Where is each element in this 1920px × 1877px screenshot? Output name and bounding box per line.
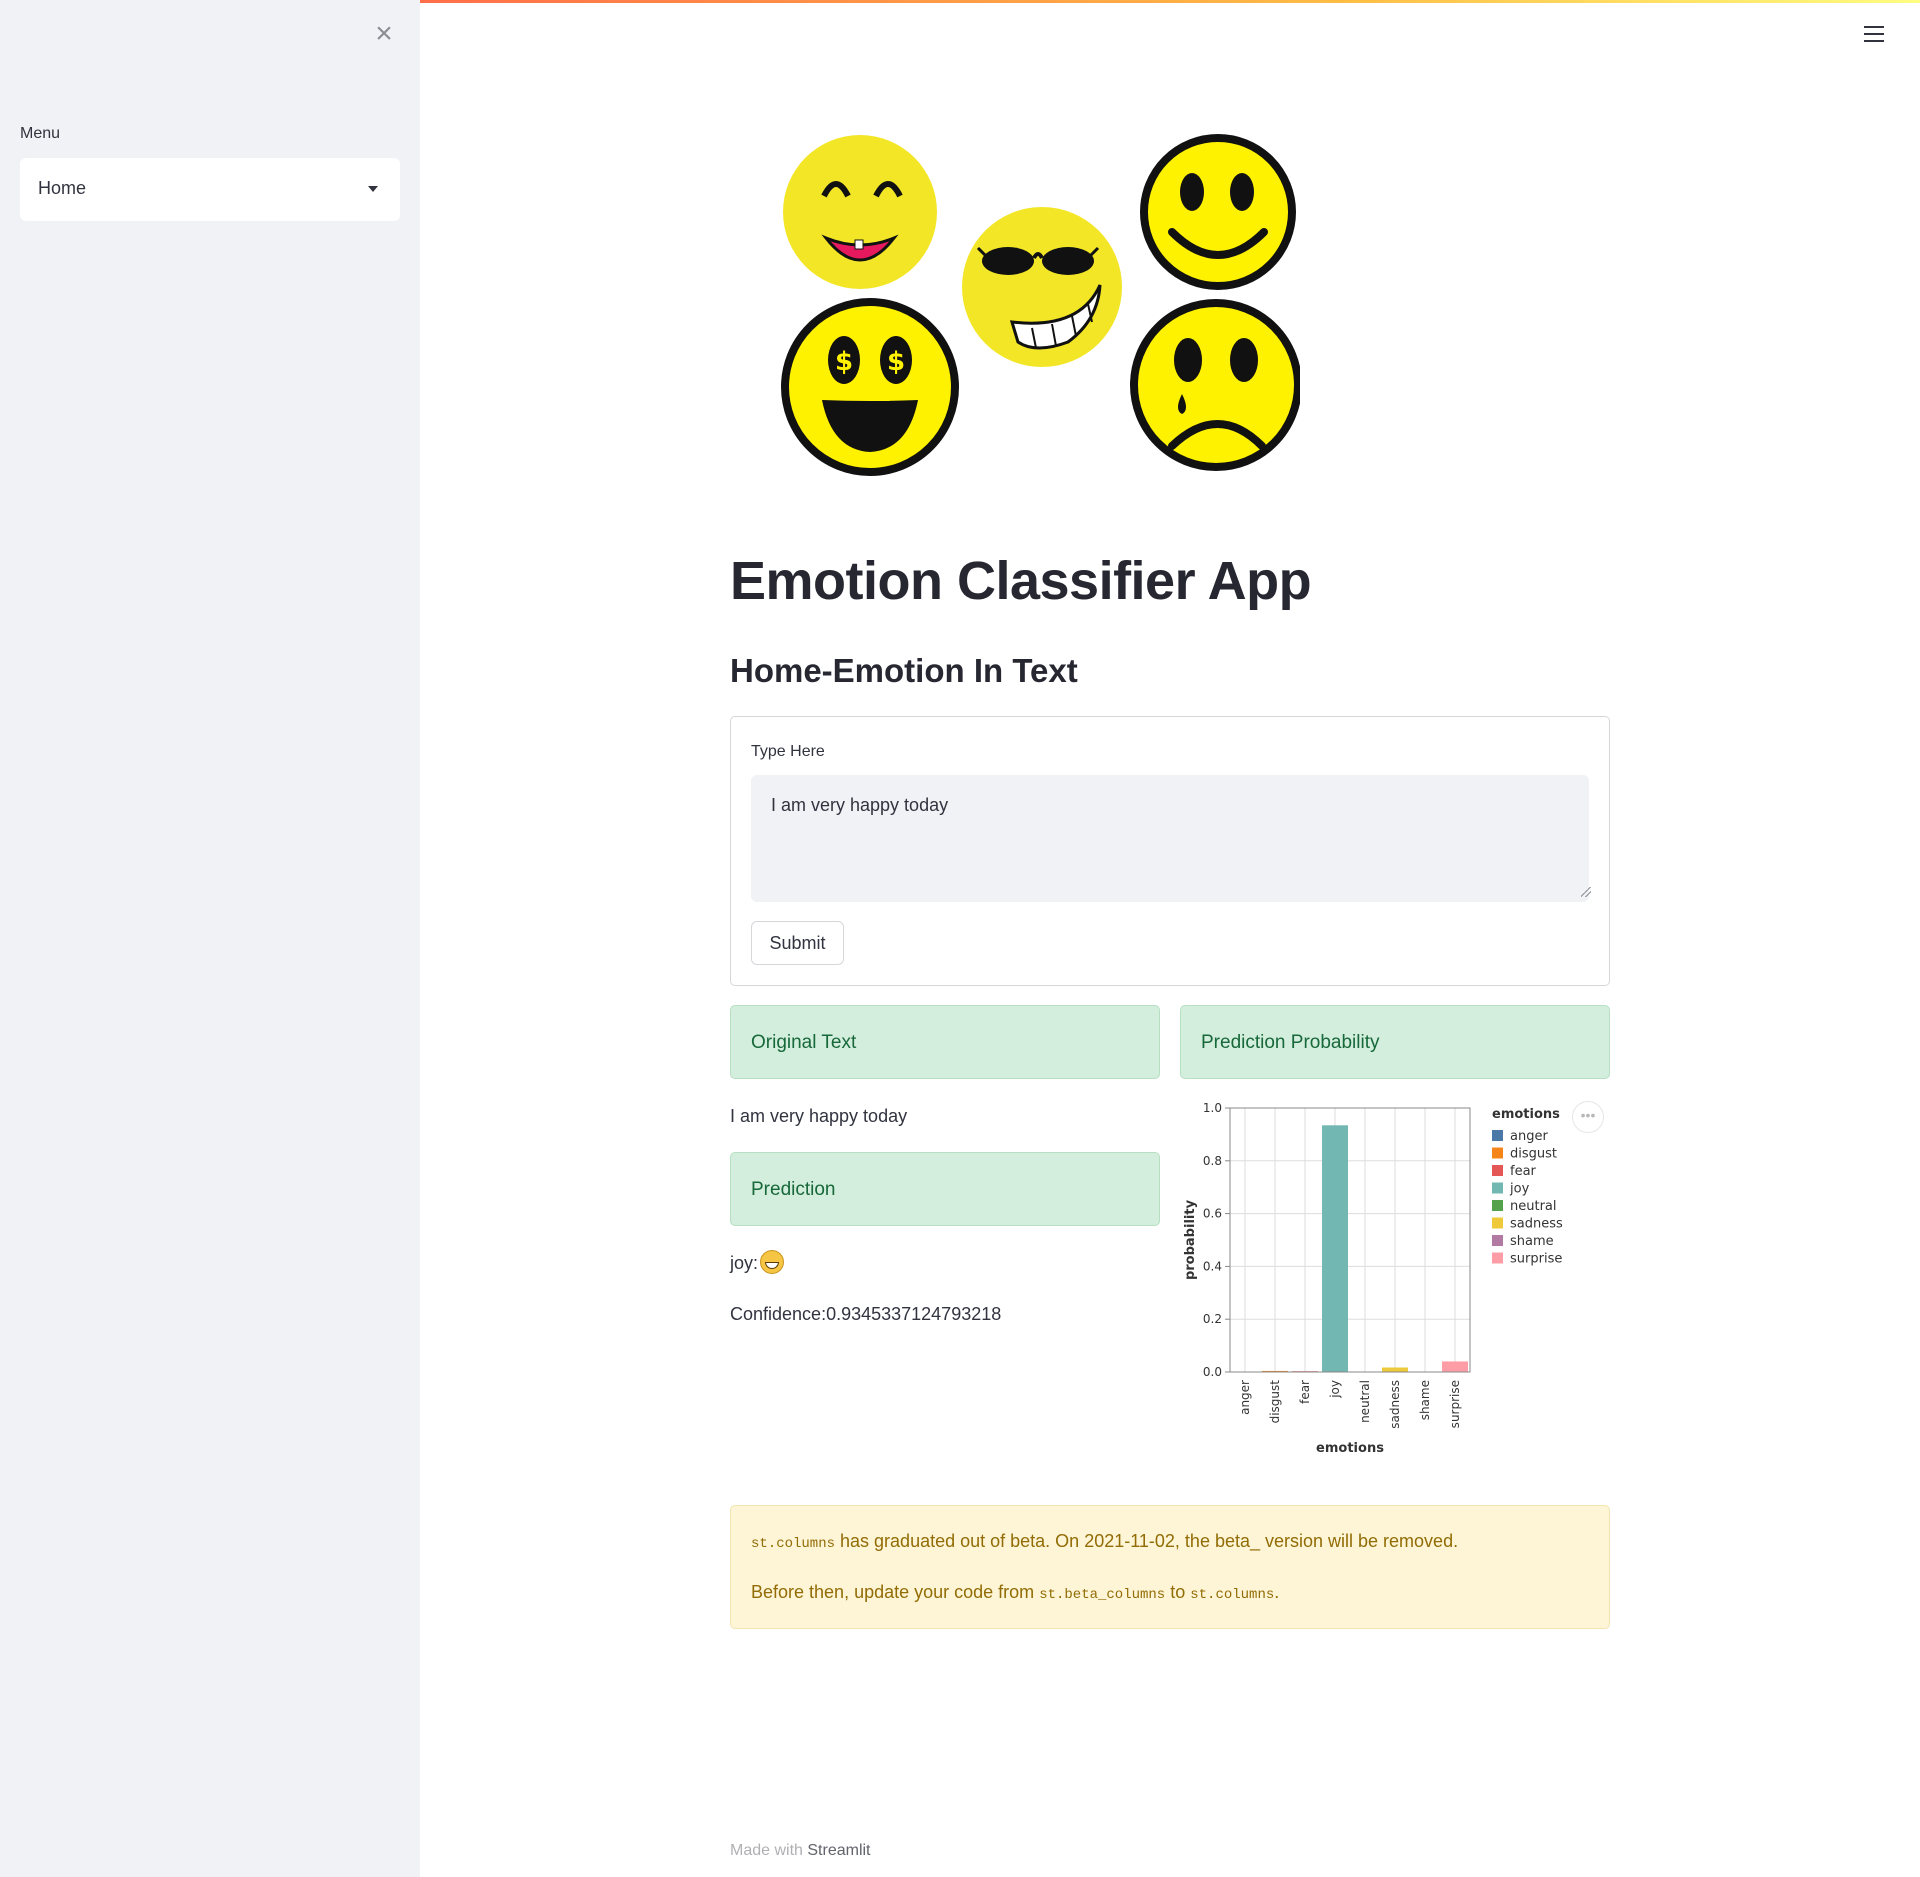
- chart-legend-swatch: [1492, 1165, 1503, 1176]
- chart-y-tick-label: 0.8: [1203, 1154, 1222, 1168]
- prediction-probability-title: Prediction Probability: [1201, 1032, 1380, 1053]
- chart-x-axis-label: emotions: [1316, 1441, 1384, 1456]
- money-face-icon: $ $: [781, 298, 959, 476]
- warning-line-2: Before then, update your code from st.be…: [751, 1581, 1589, 1605]
- input-form: Type Here I am very happy today Submit: [730, 716, 1610, 986]
- menu-select-value: Home: [38, 178, 87, 198]
- chart-legend-swatch: [1492, 1182, 1503, 1194]
- warning-text: .: [1274, 1581, 1280, 1602]
- prediction-result: joy:: [730, 1250, 785, 1274]
- menu-label: Menu: [20, 125, 61, 142]
- resize-handle[interactable]: [1581, 887, 1591, 897]
- grinning-face-icon: [760, 1250, 785, 1274]
- chart-plot-frame: [1229, 1107, 1471, 1373]
- emoji-banner-image: $ $: [781, 134, 1300, 476]
- chart-legend-swatch: [1492, 1200, 1503, 1211]
- chart-legend-item: neutral: [1510, 1199, 1557, 1214]
- chart-x-tick-label: sadness: [1388, 1380, 1402, 1429]
- chart-x-tick-label: shame: [1418, 1380, 1432, 1420]
- warning-text: has graduated out of beta. On 2021-11-02…: [835, 1531, 1459, 1551]
- chart-bar-joy: [1322, 1125, 1348, 1372]
- chart-y-tick-label: 0.6: [1203, 1207, 1222, 1221]
- svg-text:$: $: [887, 347, 905, 377]
- sunglasses-face-icon: [962, 207, 1122, 367]
- chart-y-tick-label: 0.0: [1203, 1365, 1222, 1379]
- svg-text:$: $: [835, 347, 853, 377]
- chart-legend-swatch: [1492, 1130, 1503, 1141]
- smiling-face-icon: [783, 135, 937, 289]
- prediction-header: Prediction: [730, 1152, 1160, 1226]
- sad-face-icon: [1130, 299, 1300, 471]
- chart-legend-item: shame: [1510, 1234, 1554, 1249]
- chart-legend-swatch: [1492, 1235, 1503, 1246]
- chart-y-tick-label: 0.4: [1203, 1259, 1222, 1273]
- code-snippet: st.columns: [1190, 1586, 1275, 1603]
- prediction-label: joy:: [730, 1253, 759, 1273]
- footer: Made with Streamlit: [730, 1842, 871, 1860]
- warning-text: to: [1165, 1581, 1191, 1602]
- chart-x-tick-label: anger: [1238, 1380, 1252, 1415]
- footer-text: Made with: [730, 1842, 808, 1859]
- chart-bar-surprise: [1442, 1361, 1468, 1372]
- deprecation-warning: st.columns has graduated out of beta. On…: [730, 1505, 1610, 1629]
- original-text-header: Original Text: [730, 1005, 1160, 1079]
- chart-x-tick-label: neutral: [1358, 1380, 1372, 1423]
- code-snippet: st.beta_columns: [1039, 1586, 1166, 1603]
- menu-select[interactable]: Home: [20, 158, 400, 221]
- probability-chart: 0.0 0.2 0.4 0.6 0.8 1.0 anger disgust fear joy neu…: [1183, 1101, 1563, 1456]
- hamburger-icon[interactable]: [1864, 26, 1884, 44]
- chart-y-axis-label: probability: [1183, 1199, 1198, 1280]
- confidence-value: Confidence:0.9345337124793218: [730, 1304, 1002, 1324]
- chart-legend-item: fear: [1510, 1164, 1537, 1179]
- chart-legend-title: emotions: [1492, 1107, 1560, 1122]
- chart-actions-menu[interactable]: •••: [1572, 1101, 1604, 1133]
- streamlit-link[interactable]: Streamlit: [807, 1842, 870, 1859]
- text-area-label: Type Here: [751, 743, 825, 760]
- original-text-title: Original Text: [751, 1032, 857, 1053]
- chart-legend-item: sadness: [1510, 1217, 1563, 1232]
- chart-legend-swatch: [1492, 1147, 1503, 1159]
- chart-legend-swatch: [1492, 1252, 1503, 1264]
- sidebar: × Menu Home: [0, 0, 420, 1877]
- chart-x-tick-label: joy: [1328, 1380, 1342, 1399]
- chart-legend-item: disgust: [1510, 1147, 1557, 1162]
- submit-button[interactable]: Submit: [751, 921, 844, 965]
- chart-legend-item: joy: [1509, 1182, 1530, 1197]
- original-text-value: I am very happy today: [730, 1106, 908, 1126]
- chart-y-tick-label: 0.2: [1203, 1312, 1222, 1326]
- warning-text: Before then, update your code from: [751, 1581, 1040, 1602]
- warning-line-1: st.columns has graduated out of beta. On…: [751, 1530, 1589, 1554]
- chevron-down-icon: [368, 186, 378, 192]
- code-snippet: st.columns: [751, 1536, 836, 1552]
- close-icon[interactable]: ×: [372, 19, 396, 49]
- chart-bar-sadness: [1382, 1367, 1408, 1372]
- chart-x-tick-label: surprise: [1448, 1380, 1462, 1428]
- chart-x-tick-label: disgust: [1268, 1380, 1282, 1424]
- page-subheader: Home-Emotion In Text: [730, 652, 1078, 689]
- chart-legend-item: anger: [1510, 1129, 1548, 1144]
- text-input-area[interactable]: I am very happy today: [751, 775, 1589, 902]
- chart-legend-item: surprise: [1510, 1252, 1562, 1267]
- chart-y-tick-label: 1.0: [1203, 1101, 1222, 1115]
- prediction-title: Prediction: [751, 1179, 836, 1200]
- chart-legend-swatch: [1492, 1217, 1503, 1229]
- page-title: Emotion Classifier App: [730, 551, 1312, 611]
- main-content: $ $ Emotion Classifier App Home-Emotion …: [730, 0, 1610, 1877]
- prediction-probability-header: Prediction Probability: [1180, 1005, 1610, 1079]
- chart-x-tick-label: fear: [1298, 1380, 1312, 1404]
- smiley-face-icon: [1140, 134, 1296, 290]
